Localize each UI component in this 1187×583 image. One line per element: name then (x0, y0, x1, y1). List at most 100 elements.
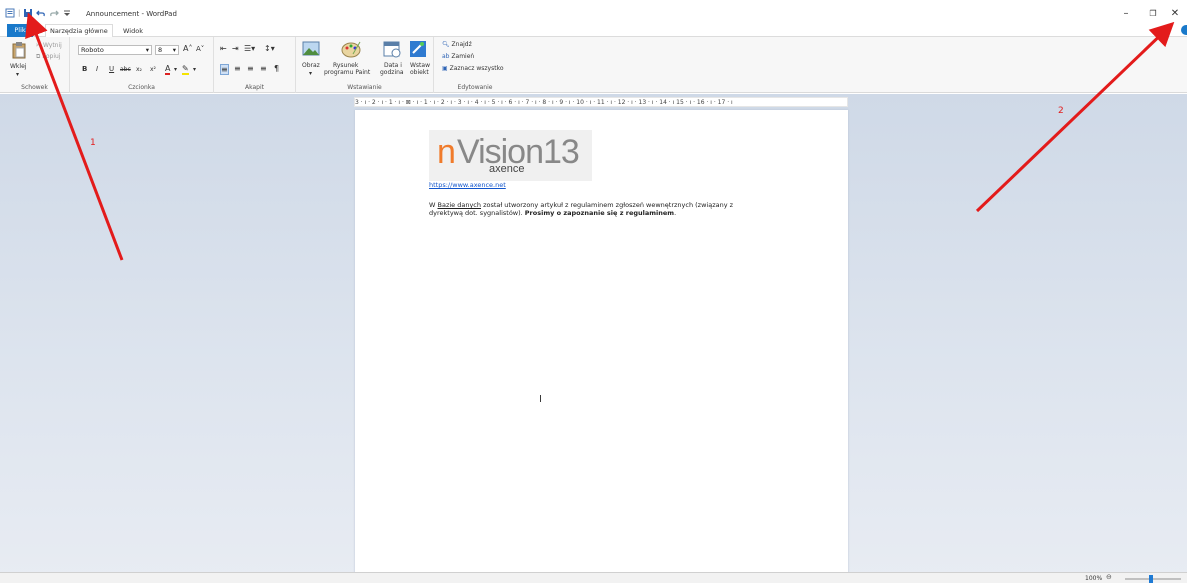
paragraph-settings-icon[interactable]: ¶ (274, 64, 279, 73)
annotation-label-1: 1 (90, 138, 96, 148)
paste-button[interactable] (11, 41, 27, 63)
copy-label: Kopiuj (42, 53, 61, 60)
wordpad-app-icon[interactable] (5, 8, 15, 18)
font-group: Roboto ▾ 8 ▾ A˄ A˅ B I U abc x₂ x² A ▾ ✎ ▾… (70, 37, 214, 93)
bullet-list-icon[interactable]: ☰▾ (244, 44, 255, 53)
ribbon: Wklej ▾ ✂ Wytnij ⧉ Kopiuj Schowek Roboto… (0, 37, 1187, 93)
insert-object-icon (410, 41, 426, 57)
datetime-button[interactable] (383, 40, 401, 62)
find-label: Znajdź (451, 41, 472, 48)
font-size-select[interactable]: 8 ▾ (155, 45, 179, 55)
tab-file[interactable]: Plik (7, 24, 33, 37)
font-group-label: Czcionka (128, 84, 155, 91)
save-icon[interactable] (23, 8, 33, 18)
underline-icon[interactable]: U (109, 65, 114, 73)
insert-object-button[interactable] (409, 40, 427, 62)
nvision-logo: n Vision13 axence (429, 130, 592, 181)
help-icon[interactable] (1181, 25, 1187, 35)
editing-group-label: Edytowanie (457, 84, 493, 91)
cut-button[interactable]: ✂ Wytnij (36, 42, 62, 49)
tab-home[interactable]: Narzędzia główne (45, 24, 113, 37)
grow-font-icon[interactable]: A˄ (183, 44, 192, 53)
quick-access-toolbar: | (5, 7, 72, 19)
document-page[interactable]: n Vision13 axence https://www.axence.net… (355, 110, 848, 583)
shrink-font-icon[interactable]: A˅ (196, 45, 204, 53)
editing-group: 🔍︎ Znajdź ab Zamień ▣ Zaznacz wszystko E… (434, 37, 516, 93)
align-right-icon[interactable]: ≡ (247, 64, 254, 73)
undo-icon[interactable] (36, 8, 46, 18)
insert-group: Obraz ▾ Rysunek programu Paint Data i go… (296, 37, 434, 93)
font-color-icon[interactable]: A (165, 64, 171, 75)
decrease-indent-icon[interactable]: ⇤ (220, 44, 227, 53)
annotation-label-2: 2 (1058, 106, 1064, 116)
select-all-button[interactable]: ▣ Zaznacz wszystko (442, 65, 504, 72)
paragraph-group-label: Akapit (245, 84, 264, 91)
website-link[interactable]: https://www.axence.net (429, 181, 506, 189)
clipboard-group-label: Schowek (21, 84, 48, 91)
logo-letter-n: n (437, 133, 456, 171)
justify-icon[interactable]: ≡ (260, 64, 267, 73)
close-button[interactable]: ✕ (1167, 7, 1183, 19)
cut-label: Wytnij (42, 42, 62, 49)
select-all-icon: ▣ (442, 65, 448, 72)
paste-label: Wklej (10, 63, 27, 70)
paint-drawing-button[interactable] (341, 40, 361, 62)
font-color-dropdown-icon[interactable]: ▾ (174, 66, 177, 73)
subscript-icon[interactable]: x₂ (136, 66, 142, 73)
find-button[interactable]: 🔍︎ Znajdź (442, 41, 472, 48)
zoom-level: 100% (1085, 575, 1103, 582)
italic-icon[interactable]: I (96, 65, 98, 73)
object-label-2: obiekt (410, 69, 429, 76)
superscript-icon[interactable]: x² (150, 66, 156, 73)
paint-palette-icon (341, 41, 361, 58)
replace-button[interactable]: ab Zamień (442, 53, 474, 60)
text-cursor-icon: I (539, 394, 542, 405)
picture-dropdown-icon[interactable]: ▾ (309, 70, 312, 77)
strikethrough-icon[interactable]: abc (120, 66, 131, 73)
redo-icon[interactable] (49, 8, 60, 18)
font-family-select[interactable]: Roboto ▾ (78, 45, 152, 55)
paste-dropdown-icon[interactable]: ▾ (16, 71, 19, 78)
title-bar: | Announcement - WordPad – ❐ ✕ (0, 0, 1187, 24)
line-spacing-icon[interactable]: ↕▾ (264, 44, 275, 53)
calendar-clock-icon (383, 41, 401, 58)
paste-icon (12, 42, 26, 59)
window-title: Announcement - WordPad (86, 10, 177, 18)
font-family-value: Roboto (81, 46, 104, 54)
wordpad-window: | Announcement - WordPad – ❐ ✕ Plik Narz… (0, 0, 1187, 583)
ribbon-tab-bar: Plik Narzędzia główne Widok (0, 24, 1187, 37)
minimize-button[interactable]: – (1118, 7, 1134, 19)
zoom-out-icon[interactable]: ⊖ (1106, 573, 1112, 581)
para-end: . (674, 209, 677, 217)
copy-button[interactable]: ⧉ Kopiuj (36, 53, 60, 61)
close-icon: ✕ (1170, 7, 1180, 19)
increase-indent-icon[interactable]: ⇥ (232, 44, 239, 53)
datetime-label-1: Data i (384, 62, 402, 69)
highlight-icon[interactable]: ✎ (182, 64, 189, 75)
replace-label: Zamień (451, 53, 475, 60)
restore-button[interactable]: ❐ (1145, 7, 1161, 19)
object-label-1: Wstaw (410, 62, 430, 69)
zoom-slider[interactable] (1125, 578, 1181, 580)
insert-group-label: Wstawianie (347, 84, 382, 91)
paint-label-2: programu Paint (324, 69, 371, 76)
font-family-chevron-icon: ▾ (145, 46, 149, 54)
horizontal-ruler[interactable]: 3 · ı · 2 · ı · 1 · ı · ⊠ · ı · 1 · ı · … (354, 97, 848, 107)
bold-icon[interactable]: B (82, 65, 87, 73)
zoom-slider-thumb[interactable] (1149, 575, 1153, 583)
highlight-dropdown-icon[interactable]: ▾ (193, 66, 196, 73)
clipboard-group: Wklej ▾ ✂ Wytnij ⧉ Kopiuj Schowek (0, 37, 70, 93)
align-center-icon[interactable]: ≡ (234, 64, 241, 73)
replace-icon: ab (442, 53, 450, 60)
customize-qat-icon[interactable] (62, 8, 72, 18)
para-part1: W (429, 201, 438, 209)
picture-button[interactable] (302, 41, 320, 61)
datetime-label-2: godzina (380, 69, 404, 76)
tab-view[interactable]: Widok (119, 25, 147, 37)
paint-label-1: Rysunek (333, 62, 359, 69)
picture-icon (302, 41, 320, 56)
restore-icon: ❐ (1149, 8, 1157, 18)
align-left-icon[interactable]: ≡ (220, 64, 229, 75)
font-size-value: 8 (158, 46, 163, 54)
para-bold-request: Prosimy o zapoznanie się z regulaminem (524, 209, 675, 217)
